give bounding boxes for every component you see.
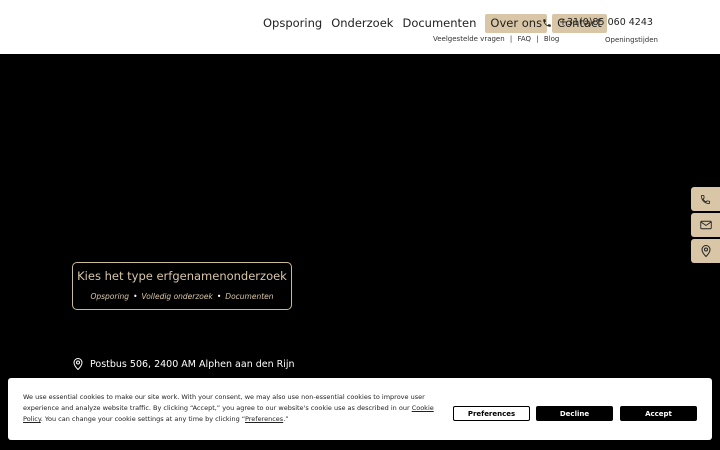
sub-nav: Veelgestelde vragen | FAQ | Blog [433, 35, 559, 43]
cookie-preferences-link[interactable]: Preferences [245, 415, 283, 423]
card-link-volledig-onderzoek[interactable]: Volledig onderzoek [142, 292, 213, 301]
side-phone-button[interactable] [691, 187, 720, 211]
side-location-button[interactable] [691, 239, 720, 263]
location-pin-icon [700, 245, 711, 257]
card-links: Opsporing • Volledig onderzoek • Documenten [73, 292, 291, 301]
link-faq[interactable]: FAQ [518, 35, 532, 43]
cookie-text-part: We use essential cookies to make our sit… [23, 393, 425, 412]
opening-hours-link[interactable]: Openingstijden [605, 36, 658, 44]
nav-item-onderzoek[interactable]: Onderzoek [327, 14, 397, 33]
preferences-button[interactable]: Preferences [453, 406, 530, 421]
phone-number: +31(0)85 060 4243 [559, 17, 653, 28]
cookie-text-part: . You can change your cookie settings at… [40, 415, 245, 423]
accept-button[interactable]: Accept [620, 406, 697, 421]
side-mail-button[interactable] [691, 213, 720, 237]
card-title: Kies het type erfgenamenonderzoek [77, 269, 287, 283]
phone-link[interactable]: +31(0)85 060 4243 [542, 17, 653, 28]
research-type-card: Kies het type erfgenamenonderzoek Opspor… [72, 262, 292, 310]
decline-button[interactable]: Decline [536, 406, 613, 421]
link-blog[interactable]: Blog [544, 35, 559, 43]
phone-icon [700, 194, 711, 204]
address-text: Postbus 506, 2400 AM Alphen aan den Rijn [90, 358, 295, 370]
cookie-text-part: .” [283, 415, 289, 423]
cookie-text: We use essential cookies to make our sit… [23, 392, 443, 425]
card-link-opsporing[interactable]: Opsporing [90, 292, 129, 301]
location-pin-icon [73, 358, 83, 370]
address: Postbus 506, 2400 AM Alphen aan den Rijn [73, 358, 295, 370]
nav-item-documenten[interactable]: Documenten [398, 14, 480, 33]
cookie-banner: We use essential cookies to make our sit… [8, 378, 712, 440]
card-link-documenten[interactable]: Documenten [225, 292, 273, 301]
site-header: Opsporing Onderzoek Documenten Over ons … [0, 0, 720, 54]
nav-item-over-ons[interactable]: Over ons [485, 14, 548, 33]
dot-separator: • [133, 292, 138, 301]
dot-separator: • [216, 292, 222, 301]
nav-item-opsporing[interactable]: Opsporing [259, 14, 326, 33]
subnav-separator: | [536, 35, 539, 43]
phone-icon [543, 18, 551, 27]
mail-icon [699, 220, 712, 230]
subnav-separator: | [509, 35, 513, 43]
link-veelgestelde-vragen[interactable]: Veelgestelde vragen [433, 35, 505, 43]
